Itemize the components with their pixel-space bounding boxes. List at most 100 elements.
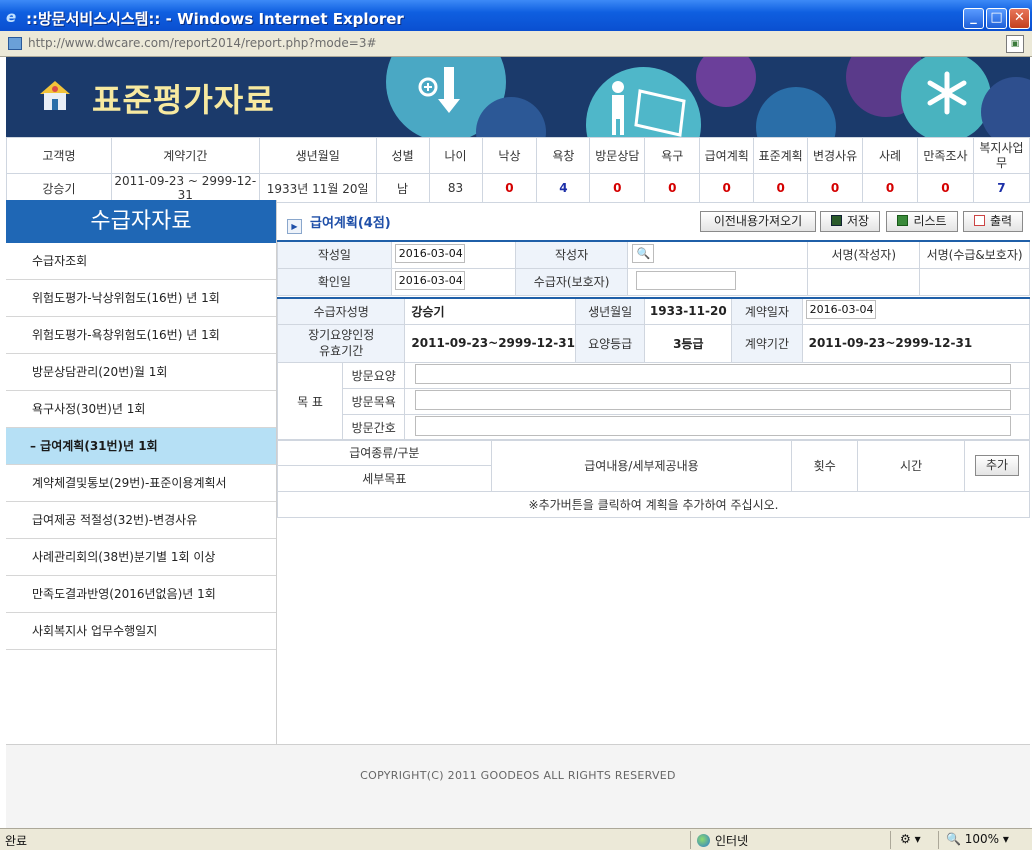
plan-notice: ※추가버튼을 클릭하여 계획을 추가하여 주십시오. bbox=[277, 491, 1030, 518]
sidebar-item-benefit-plan[interactable]: – 급여계획(31번)년 1회 bbox=[6, 428, 276, 465]
status-text: 완료 bbox=[5, 834, 28, 848]
contract-period-label: 계약기간 bbox=[731, 323, 803, 363]
goal-home-care-input[interactable] bbox=[415, 363, 1012, 384]
page-icon bbox=[8, 37, 22, 50]
customer-summary-table: 고객명 계약기간 생년월일 성별 나이 낙상 욕창 방문상담 욕구 급여계획 표… bbox=[6, 137, 1030, 203]
protected-mode-icon[interactable]: ⚙ ▾ bbox=[900, 832, 921, 846]
grade-label: 요양등급 bbox=[574, 323, 646, 363]
sidebar-item-visit-consult[interactable]: 방문상담관리(20번)월 1회 bbox=[6, 354, 276, 391]
count-satisfaction[interactable]: 0 bbox=[917, 173, 974, 203]
url-text[interactable]: http://www.dwcare.com/report2014/report.… bbox=[28, 36, 377, 50]
list-button[interactable]: 리스트 bbox=[886, 211, 958, 232]
goal-label-bathing: 방문목욕 bbox=[342, 387, 406, 415]
zoom-icon: 🔍 bbox=[946, 832, 961, 846]
ltc-period-label: 장기요양인정 유효기간 bbox=[276, 323, 406, 363]
save-button[interactable]: 저장 bbox=[820, 211, 880, 232]
add-button[interactable]: 추가 bbox=[975, 455, 1019, 476]
goal-label: 목 표 bbox=[276, 361, 344, 441]
print-label: 출력 bbox=[989, 214, 1013, 228]
sidebar-item-fall-risk[interactable]: 위험도평가-낙상위험도(16번) 년 1회 bbox=[6, 280, 276, 317]
window-title: ::방문서비스시스템:: - Windows Internet Explorer bbox=[26, 10, 404, 28]
header-cell: 만족조사 bbox=[917, 137, 974, 174]
key-lock-icon bbox=[418, 67, 460, 113]
footer: COPYRIGHT(C) 2011 GOODEOS ALL RIGHTS RES… bbox=[6, 744, 1030, 828]
print-button[interactable]: 출력 bbox=[963, 211, 1023, 232]
list-icon bbox=[897, 215, 909, 226]
globe-icon bbox=[697, 834, 710, 847]
gender: 남 bbox=[375, 173, 430, 203]
house-logo-icon bbox=[40, 81, 70, 110]
header-cell: 고객명 bbox=[6, 137, 112, 174]
count-benefit-plan[interactable]: 0 bbox=[699, 173, 755, 203]
col-benefit-content: 급여내용/세부제공내용 bbox=[490, 439, 793, 492]
sign-guardian-label: 서명(수급&보호자) bbox=[919, 240, 1030, 269]
sidebar-menu: 수급자조회 위험도평가-낙상위험도(16번) 년 1회 위험도평가-욕창위험도(… bbox=[6, 243, 276, 650]
contract-period: 2011-09-23 ~ 2999-12-31 bbox=[110, 173, 260, 203]
sidebar-item-recipient-search[interactable]: 수급자조회 bbox=[6, 243, 276, 280]
minimize-button[interactable]: _ bbox=[963, 8, 984, 29]
header-cell: 급여계획 bbox=[699, 137, 755, 174]
confirm-date-label: 확인일 bbox=[277, 267, 392, 296]
contract-date-label: 계약일자 bbox=[731, 297, 803, 325]
grade-value: 3등급 bbox=[644, 323, 733, 363]
header-cell: 낙상 bbox=[481, 137, 538, 174]
sidebar-item-benefit-adequacy[interactable]: 급여제공 적절성(32번)-변경사유 bbox=[6, 502, 276, 539]
header-cell: 변경사유 bbox=[807, 137, 864, 174]
count-needs[interactable]: 0 bbox=[644, 173, 701, 203]
maximize-button[interactable]: □ bbox=[986, 8, 1007, 29]
add-cell: 추가 bbox=[964, 439, 1030, 492]
header-cell: 욕창 bbox=[536, 137, 591, 174]
sidebar-item-contract-notice[interactable]: 계약체결및통보(29번)-표준이용계획서 bbox=[6, 465, 276, 502]
count-case[interactable]: 0 bbox=[862, 173, 918, 203]
customer-name: 강승기 bbox=[6, 173, 112, 203]
sidebar-item-satisfaction[interactable]: 만족도결과반영(2016년없음)년 1회 bbox=[6, 576, 276, 613]
recipient-name: 강승기 bbox=[404, 297, 576, 325]
sidebar-item-bedsore-risk[interactable]: 위험도평가-욕창위험도(16번) 년 1회 bbox=[6, 317, 276, 354]
sidebar-item-needs-assessment[interactable]: 욕구사정(30번)년 1회 bbox=[6, 391, 276, 428]
status-divider bbox=[938, 831, 939, 849]
sidebar-item-worker-log[interactable]: 사회복지사 업무수행일지 bbox=[6, 613, 276, 650]
recipient-input[interactable] bbox=[636, 270, 737, 290]
header-cell: 표준계획 bbox=[753, 137, 809, 174]
header-cell: 성별 bbox=[375, 137, 430, 174]
arrow-right-icon: ▶ bbox=[287, 219, 302, 234]
customer-header-row: 고객명 계약기간 생년월일 성별 나이 낙상 욕창 방문상담 욕구 급여계획 표… bbox=[6, 137, 1030, 174]
banner-title: 표준평가자료 bbox=[92, 81, 275, 119]
goal-bathing-input[interactable] bbox=[415, 389, 1012, 410]
sign-guardian-cell[interactable] bbox=[919, 267, 1030, 296]
count-consult[interactable]: 0 bbox=[589, 173, 646, 203]
floppy-icon bbox=[830, 215, 842, 226]
window-titlebar: e ::방문서비스시스템:: - Windows Internet Explor… bbox=[0, 0, 1032, 31]
recipient-label: 수급자(보호자) bbox=[514, 267, 629, 296]
count-bedsore[interactable]: 4 bbox=[536, 173, 591, 203]
zoom-text: 100% bbox=[964, 832, 1000, 846]
goal-nursing-input[interactable] bbox=[415, 415, 1012, 436]
count-standard-plan[interactable]: 0 bbox=[753, 173, 809, 203]
count-welfare-work[interactable]: 7 bbox=[972, 173, 1030, 203]
col-time: 시간 bbox=[857, 439, 965, 492]
write-date-input[interactable]: 2016-03-04 bbox=[394, 243, 465, 263]
security-zone[interactable]: 인터넷 bbox=[697, 832, 748, 849]
zoom-control[interactable]: 🔍 100% ▾ bbox=[946, 832, 1009, 846]
search-icon[interactable]: 🔍 bbox=[632, 243, 655, 263]
birth-label: 생년월일 bbox=[574, 297, 646, 325]
close-button[interactable]: ✕ bbox=[1009, 8, 1030, 29]
count-change-reason[interactable]: 0 bbox=[807, 173, 864, 203]
count-fall[interactable]: 0 bbox=[481, 173, 538, 203]
ltc-period-value: 2011-09-23~2999-12-31 bbox=[404, 323, 576, 363]
sign-writer-cell[interactable] bbox=[807, 267, 921, 296]
sign-writer-label: 서명(작성자) bbox=[807, 240, 921, 269]
status-divider bbox=[690, 831, 691, 849]
asterisk-icon bbox=[927, 71, 967, 115]
person-folder-icon bbox=[612, 81, 686, 137]
feed-icon[interactable]: ▣ bbox=[1006, 35, 1024, 53]
header-cell: 사례 bbox=[862, 137, 918, 174]
panel-title-text: 급여계획(4점) bbox=[310, 216, 391, 231]
confirm-date-input[interactable]: 2016-03-04 bbox=[394, 270, 465, 290]
sidebar-item-case-meeting[interactable]: 사례관리회의(38번)분기별 1회 이상 bbox=[6, 539, 276, 576]
load-previous-button[interactable]: 이전내용가져오기 bbox=[700, 211, 816, 232]
save-label: 저장 bbox=[846, 214, 870, 228]
contract-date-input[interactable]: 2016-03-04 bbox=[805, 300, 876, 320]
header-cell: 방문상담 bbox=[589, 137, 646, 174]
status-bar: 완료 인터넷 ⚙ ▾ 🔍 100% ▾ bbox=[0, 828, 1032, 850]
